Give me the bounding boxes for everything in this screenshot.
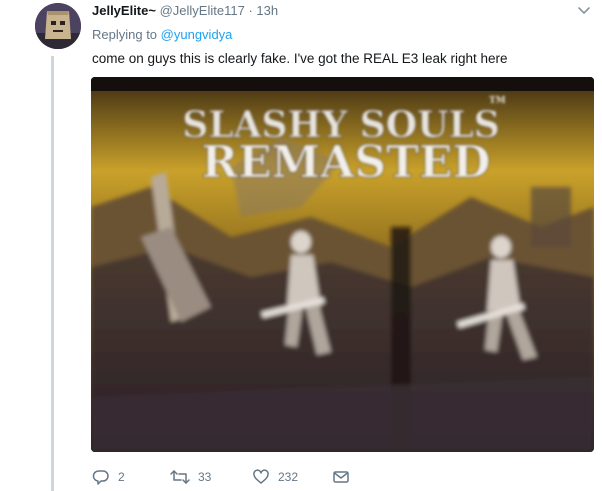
replying-prefix: Replying to bbox=[92, 27, 158, 42]
paper-bag-mask-avatar-icon bbox=[35, 3, 81, 49]
display-name[interactable]: JellyElite~ bbox=[92, 3, 156, 18]
envelope-icon bbox=[333, 471, 349, 483]
tweet-actions: 2 33 232 bbox=[92, 467, 392, 487]
reply-count: 2 bbox=[118, 470, 125, 484]
heart-icon bbox=[253, 469, 269, 484]
tweet-text: come on guys this is clearly fake. I've … bbox=[92, 51, 508, 66]
media-tm-mark: TM bbox=[489, 96, 506, 106]
thread-line bbox=[51, 56, 54, 491]
chevron-down-icon[interactable] bbox=[576, 4, 592, 18]
retweet-count: 33 bbox=[198, 470, 212, 484]
retweet-button[interactable]: 33 bbox=[170, 467, 211, 487]
like-count: 232 bbox=[278, 470, 299, 484]
tweet-header: JellyElite~ @JellyElite117 · 13h bbox=[92, 2, 278, 20]
tweet-media-image[interactable]: SLASHY SOULS REMASTED TM bbox=[91, 77, 594, 452]
direct-message-button[interactable] bbox=[332, 467, 350, 487]
timestamp[interactable]: 13h bbox=[256, 3, 278, 18]
like-button[interactable]: 232 bbox=[252, 467, 298, 487]
avatar[interactable] bbox=[35, 3, 81, 49]
reply-icon bbox=[92, 470, 109, 485]
separator-dot: · bbox=[248, 3, 253, 18]
reply-mention-link[interactable]: @yungvidya bbox=[161, 27, 233, 42]
user-handle[interactable]: @JellyElite117 bbox=[160, 3, 245, 18]
retweet-icon bbox=[170, 470, 190, 484]
replying-to: Replying to @yungvidya bbox=[92, 26, 232, 44]
media-title-line2: REMASTED bbox=[201, 137, 490, 188]
reply-button[interactable]: 2 bbox=[92, 467, 125, 487]
